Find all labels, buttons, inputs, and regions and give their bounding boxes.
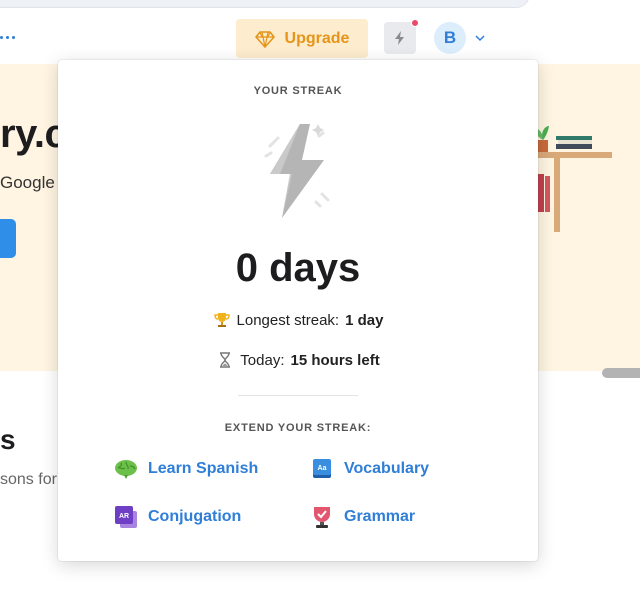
bookshelf-illustration bbox=[528, 126, 612, 232]
vocabulary-label: Vocabulary bbox=[344, 460, 430, 477]
hourglass-icon bbox=[220, 352, 231, 368]
streak-days: 0 days bbox=[235, 246, 361, 290]
avatar-initial: B bbox=[443, 28, 457, 47]
learn-spanish-link[interactable]: Learn Spanish bbox=[114, 457, 258, 481]
hero-subtitle: Google bbox=[0, 173, 55, 192]
extend-streak-heading: EXTEND YOUR STREAK: bbox=[224, 422, 372, 434]
learn-spanish-label: Learn Spanish bbox=[148, 460, 259, 477]
grammar-label: Grammar bbox=[344, 508, 416, 525]
grammar-link[interactable]: Grammar bbox=[310, 505, 415, 529]
diamond-icon bbox=[254, 30, 275, 48]
popup-heading: YOUR STREAK bbox=[253, 85, 343, 97]
today-value: 15 hours left bbox=[290, 351, 380, 369]
notification-dot bbox=[411, 19, 419, 27]
avatar[interactable]: B bbox=[434, 22, 466, 54]
longest-streak-label: Longest streak: bbox=[236, 311, 340, 329]
ar-cards-icon: AR bbox=[115, 506, 137, 528]
scrollbar-thumb[interactable] bbox=[602, 368, 640, 378]
conjugation-link[interactable]: AR Conjugation bbox=[114, 505, 241, 529]
hero-cta-button[interactable] bbox=[0, 219, 16, 258]
svg-text:Aa: Aa bbox=[318, 465, 327, 472]
site-header: Upgrade B bbox=[0, 12, 640, 64]
longest-streak-value: 1 day bbox=[345, 311, 384, 329]
address-bar-edge bbox=[0, 0, 530, 8]
lightning-bolt-icon bbox=[264, 124, 330, 218]
more-menu-icon[interactable] bbox=[0, 36, 15, 39]
trophy-icon bbox=[213, 313, 230, 327]
browser-top-strip bbox=[0, 0, 640, 12]
dictionary-icon: Aa bbox=[313, 459, 331, 478]
today-row: Today: 15 hours left bbox=[58, 351, 538, 369]
upgrade-label: Upgrade bbox=[284, 29, 350, 47]
lightning-icon bbox=[395, 31, 404, 45]
hero-title: ry.c bbox=[0, 112, 67, 156]
svg-text:AR: AR bbox=[119, 513, 129, 520]
section-subtitle: sons for bbox=[0, 471, 57, 488]
divider bbox=[238, 395, 358, 396]
longest-streak-row: Longest streak: 1 day bbox=[58, 311, 538, 329]
section-title: s bbox=[0, 424, 16, 455]
upgrade-button[interactable]: Upgrade bbox=[236, 19, 368, 58]
conjugation-label: Conjugation bbox=[148, 508, 242, 525]
brain-icon bbox=[115, 460, 137, 479]
vocabulary-link[interactable]: Aa Vocabulary bbox=[310, 457, 429, 481]
streak-button[interactable] bbox=[384, 19, 419, 54]
today-label: Today: bbox=[240, 351, 285, 369]
trophy-cup-icon bbox=[314, 507, 330, 528]
streak-popup: YOUR STREAK 0 days Longest streak: 1 day… bbox=[58, 60, 538, 561]
chevron-down-icon[interactable] bbox=[474, 32, 486, 44]
